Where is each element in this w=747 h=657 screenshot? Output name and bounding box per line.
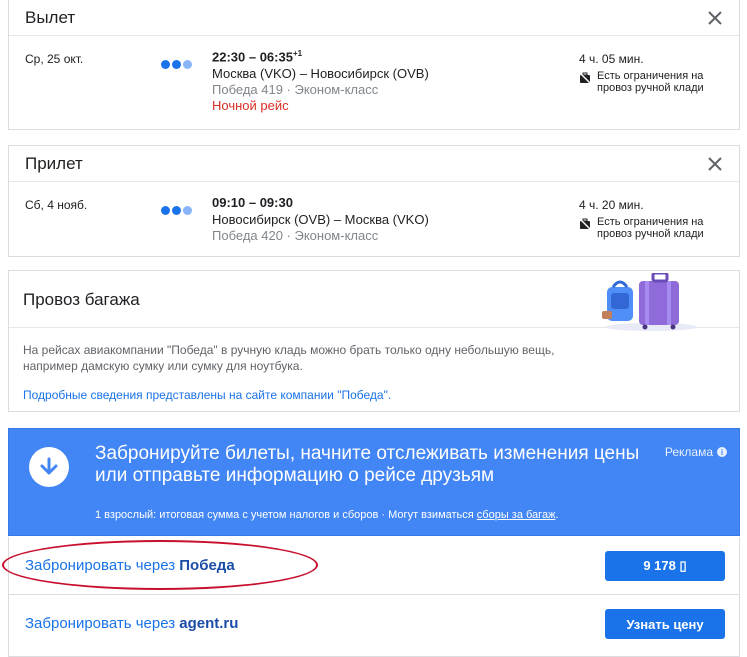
baggage-title: Провоз багажа (23, 290, 140, 309)
departure-title: Вылет (25, 7, 76, 27)
airline-logo-icon (161, 60, 192, 69)
baggage-fees-link[interactable]: сборы за багаж (477, 509, 556, 521)
baggage-body: На рейсах авиакомпании "Победа" в ручную… (9, 328, 739, 404)
booking-row[interactable]: Забронировать через Победа 9 178 ▯ (8, 537, 740, 595)
night-flight-note: Ночной рейс (212, 98, 289, 113)
provider-name: Победа (179, 557, 235, 574)
carry-on-bag-icon (578, 217, 592, 240)
flight-meta: Победа 420 · Эконом-класс (212, 228, 379, 243)
promo-title: Забронируйте билеты, начните отслеживать… (95, 443, 640, 486)
promo-subtext: 1 взрослый: итоговая сумма с учетом нало… (95, 509, 559, 521)
close-icon[interactable] (705, 8, 725, 28)
baggage-card: Провоз багажа На рейсах авиакомпании "По… (8, 270, 740, 412)
flight-duration: 4 ч. 05 мин. (579, 52, 644, 66)
baggage-restriction: Есть ограничения на провоз ручной клади (578, 70, 704, 94)
baggage-text: На рейсах авиакомпании "Победа" в ручную… (23, 343, 555, 373)
info-icon[interactable]: i (717, 447, 727, 457)
promo-banner: Забронируйте билеты, начните отслеживать… (8, 428, 740, 536)
flight-date: Ср, 25 окт. (25, 52, 84, 66)
arrival-flight-row[interactable]: Сб, 4 нояб. 09:10 – 09:30 Новосибирск (O… (9, 182, 739, 256)
check-price-button[interactable]: Узнать цену (605, 609, 725, 639)
close-icon[interactable] (705, 154, 725, 174)
arrival-title: Прилет (25, 153, 83, 173)
provider-name: agent.ru (179, 615, 239, 632)
booking-label[interactable]: Забронировать через agent.ru (25, 615, 238, 632)
flight-times: 09:10 – 09:30 (212, 195, 293, 210)
next-day-marker: +1 (292, 49, 303, 58)
arrival-card: Прилет Сб, 4 нояб. 09:10 – 09:30 Новосиб… (8, 145, 740, 257)
ad-label: Реклама (664, 445, 713, 459)
booking-label[interactable]: Забронировать через Победа (25, 557, 235, 574)
baggage-header: Провоз багажа (9, 271, 739, 331)
baggage-restriction: Есть ограничения на провоз ручной клади (578, 216, 704, 240)
booking-row[interactable]: Забронировать через agent.ru Узнать цену (8, 595, 740, 657)
arrival-header: Прилет (9, 146, 739, 182)
pobeda-info-link[interactable]: Подробные сведения представлены на сайте… (23, 388, 391, 402)
airline-logo-icon (161, 206, 192, 215)
departure-header: Вылет (9, 0, 739, 36)
flight-date: Сб, 4 нояб. (25, 198, 88, 212)
arrow-down-icon[interactable] (29, 447, 69, 487)
departure-flight-row[interactable]: Ср, 25 окт. 22:30 – 06:35+1 Москва (VKO)… (9, 36, 739, 126)
carry-on-bag-icon (578, 71, 592, 94)
flight-route: Москва (VKO) – Новосибирск (OVB) (212, 66, 429, 81)
price-button[interactable]: 9 178 ▯ (605, 551, 725, 581)
flight-times: 22:30 – 06:35+1 (212, 49, 303, 65)
flight-meta: Победа 419 · Эконом-класс (212, 82, 379, 97)
departure-card: Вылет Ср, 25 окт. 22:30 – 06:35+1 Москва… (8, 0, 740, 130)
flight-route: Новосибирск (OVB) – Москва (VKO) (212, 212, 429, 227)
ad-badge[interactable]: Реклама i (665, 445, 727, 459)
flight-duration: 4 ч. 20 мин. (579, 198, 644, 212)
luggage-illustration (601, 271, 701, 336)
